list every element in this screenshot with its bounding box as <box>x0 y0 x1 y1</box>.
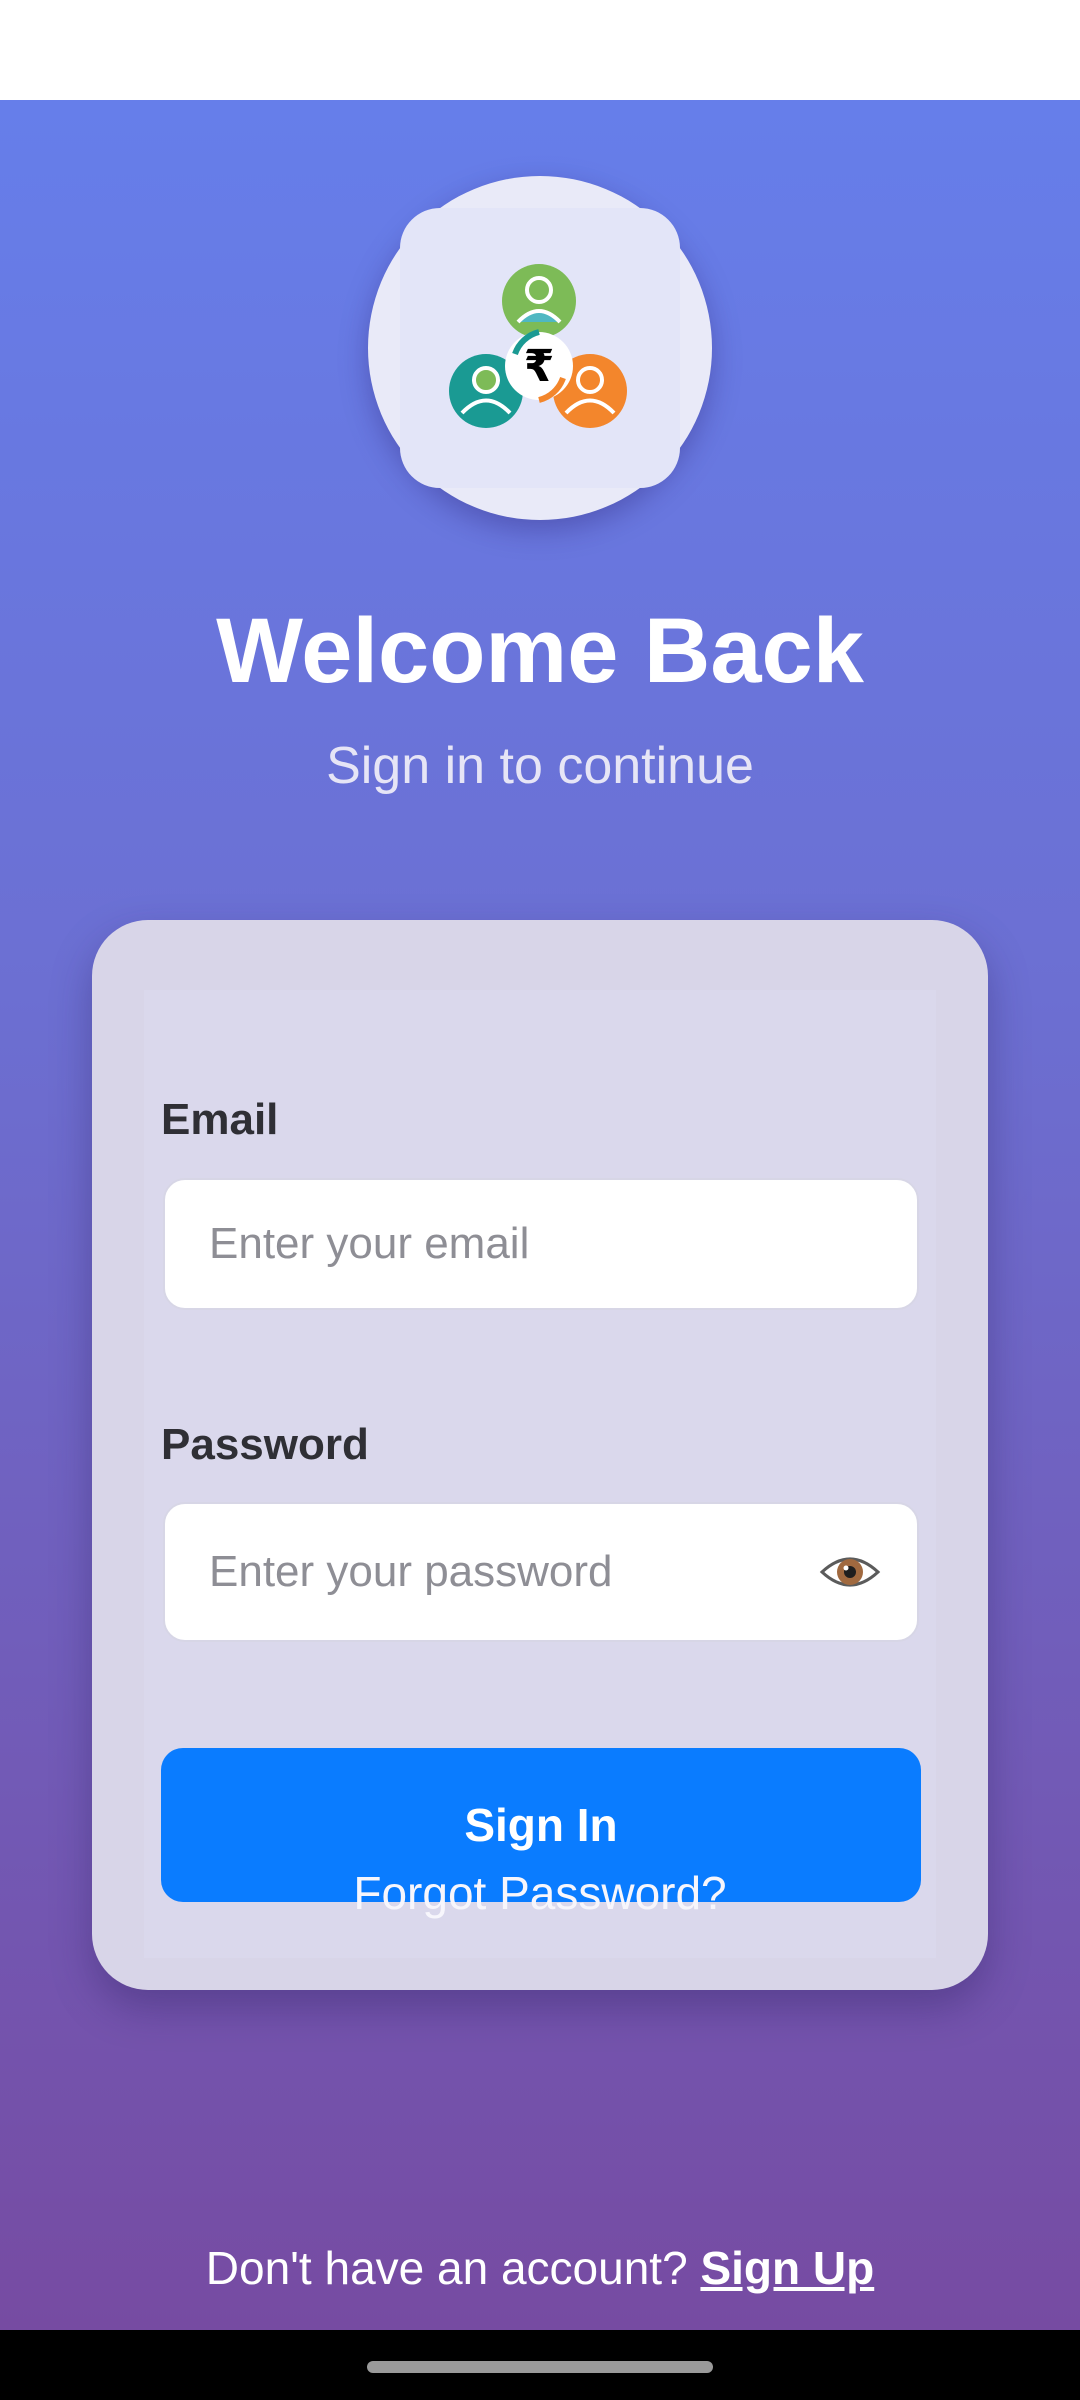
page-subtitle: Sign in to continue <box>326 737 754 795</box>
svg-text:₹: ₹ <box>524 341 555 392</box>
signup-prompt-row: Don't have an account? Sign Up <box>0 2245 1080 2291</box>
status-bar <box>0 0 1080 100</box>
group-rupee-icon: ₹ <box>449 264 627 428</box>
email-label: Email <box>161 1095 279 1144</box>
login-card: Email Password Sign In <box>92 920 988 1990</box>
email-field[interactable] <box>209 1180 869 1308</box>
password-field-container[interactable] <box>163 1502 919 1642</box>
password-field[interactable] <box>209 1504 769 1640</box>
page-title: Welcome Back <box>216 600 864 702</box>
signup-prompt-text: Don't have an account? <box>205 2242 701 2294</box>
home-indicator[interactable] <box>367 2361 713 2373</box>
system-navigation-bar <box>0 2330 1080 2400</box>
login-screen: ₹ Welcome Back Sign in to continue Email… <box>0 100 1080 2330</box>
eye-icon[interactable] <box>819 1548 881 1596</box>
forgot-password-link[interactable]: Forgot Password? <box>0 1870 1080 1916</box>
password-label: Password <box>161 1420 369 1469</box>
sign-up-link[interactable]: Sign Up <box>700 2242 874 2294</box>
app-logo: ₹ <box>368 176 712 520</box>
logo-background: ₹ <box>400 208 680 488</box>
email-field-container[interactable] <box>163 1178 919 1310</box>
